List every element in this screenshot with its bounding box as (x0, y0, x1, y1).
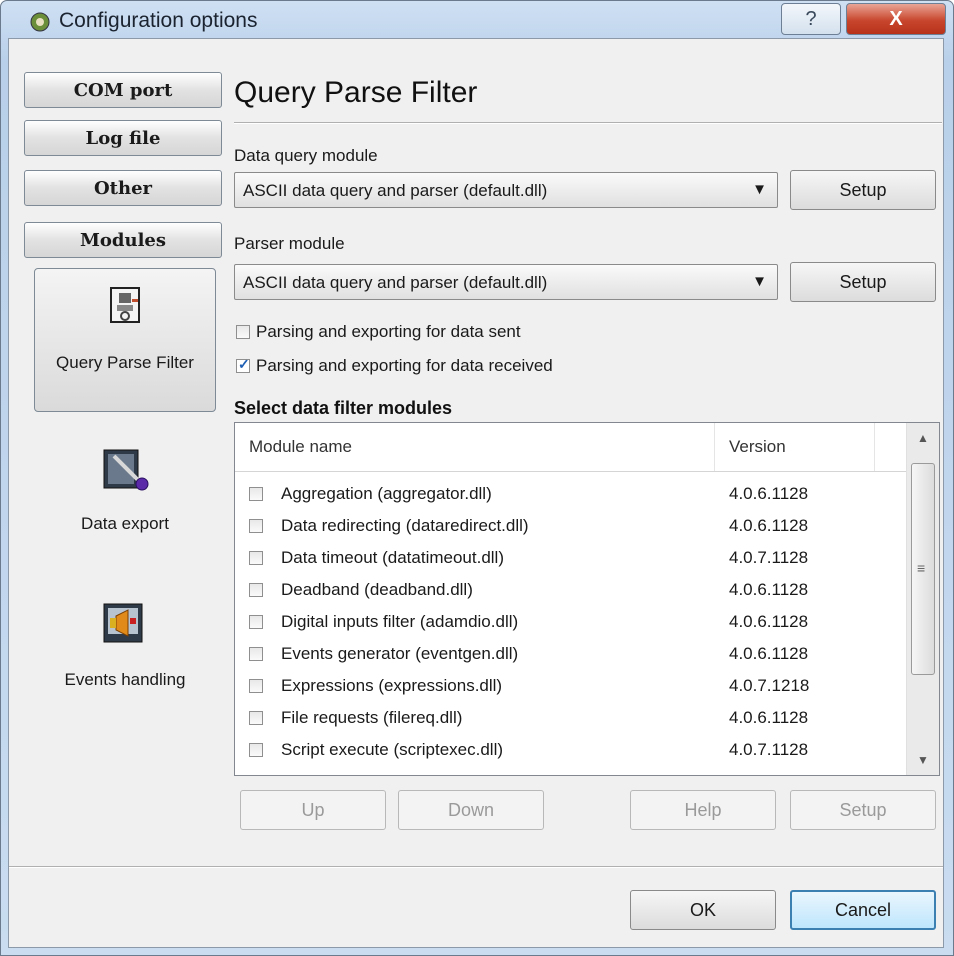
tab-com-port[interactable]: COM port (24, 72, 222, 108)
module-name-cell: Data timeout (datatimeout.dll) (281, 548, 504, 567)
module-version-cell: 4.0.7.1128 (729, 740, 809, 759)
check-data-received[interactable]: ✓ Parsing and exporting for data receive… (236, 356, 553, 376)
table-row[interactable]: Data timeout (datatimeout.dll) 4.0.7.1128 (235, 543, 907, 573)
table-row[interactable]: Digital inputs filter (adamdio.dll) 4.0.6… (235, 607, 907, 637)
row-checkbox[interactable] (249, 743, 263, 757)
column-module-name[interactable]: Module name (235, 423, 715, 471)
parser-value: ASCII data query and parser (default.dll… (243, 273, 548, 292)
module-version-cell: 4.0.6.1128 (729, 580, 809, 599)
down-button[interactable]: Down (398, 790, 544, 830)
module-version-cell: 4.0.6.1128 (729, 644, 809, 663)
scroll-up-icon[interactable]: ▲ (907, 423, 939, 453)
help-button[interactable]: Help (630, 790, 776, 830)
up-button[interactable]: Up (240, 790, 386, 830)
list-scrollbar[interactable]: ▲ ≡ ▼ (906, 423, 939, 775)
module-version-cell: 4.0.7.1128 (729, 548, 809, 567)
checkbox[interactable]: ✓ (236, 356, 250, 373)
parser-select[interactable]: ASCII data query and parser (default.dll… (234, 264, 778, 300)
tab-log-file[interactable]: Log file (24, 120, 222, 156)
app-icon (30, 12, 50, 32)
module-name-cell: Data redirecting (dataredirect.dll) (281, 516, 529, 535)
heading-divider (234, 122, 942, 124)
module-version-cell: 4.0.6.1128 (729, 516, 809, 535)
check-data-sent-label: Parsing and exporting for data sent (256, 322, 521, 341)
row-checkbox[interactable] (249, 487, 263, 501)
close-button[interactable]: X (846, 3, 946, 35)
help-title-button[interactable]: ? (781, 3, 841, 35)
column-version[interactable]: Version (715, 423, 875, 471)
module-name-cell: Deadband (deadband.dll) (281, 580, 473, 599)
module-name-cell: Script execute (scriptexec.dll) (281, 740, 504, 759)
ok-button[interactable]: OK (630, 890, 776, 930)
table-row[interactable]: File requests (filereq.dll) 4.0.6.1128 (235, 703, 907, 733)
filter-module-list[interactable]: Module name Version Aggregation (aggrega… (234, 422, 940, 776)
title-bar[interactable]: Configuration options ? X (1, 1, 953, 39)
table-row[interactable]: Script execute (scriptexec.dll) 4.0.7.112… (235, 735, 907, 765)
row-checkbox[interactable] (249, 551, 263, 565)
check-data-received-label: Parsing and exporting for data received (256, 356, 553, 375)
events-icon (103, 603, 143, 643)
module-label-query-parse-filter: Query Parse Filter (56, 353, 194, 372)
module-version-cell: 4.0.6.1128 (729, 612, 809, 631)
parser-label: Parser module (234, 234, 345, 253)
module-version-cell: 4.0.6.1128 (729, 708, 809, 727)
grip-icon: ≡ (917, 560, 926, 576)
parser-setup-button[interactable]: Setup (790, 262, 936, 302)
footer-divider (9, 866, 943, 868)
filter-section-title: Select data filter modules (234, 398, 453, 418)
data-query-label: Data query module (234, 146, 378, 165)
list-setup-button[interactable]: Setup (790, 790, 936, 830)
row-checkbox[interactable] (249, 583, 263, 597)
module-item-events-handling[interactable]: Events handling (34, 600, 216, 700)
table-row[interactable]: Events generator (eventgen.dll) 4.0.6.112… (235, 639, 907, 669)
module-label-events-handling: Events handling (64, 670, 186, 689)
module-name-cell: Aggregation (aggregator.dll) (281, 484, 492, 503)
row-checkbox[interactable] (249, 711, 263, 725)
module-version-cell: 4.0.7.1218 (729, 676, 810, 695)
data-query-value: ASCII data query and parser (default.dll… (243, 181, 548, 200)
row-checkbox[interactable] (249, 679, 263, 693)
check-data-sent[interactable]: Parsing and exporting for data sent (236, 322, 521, 342)
table-row[interactable]: Data redirecting (dataredirect.dll) 4.0.6… (235, 511, 907, 541)
tab-modules[interactable]: Modules (24, 222, 222, 258)
window-title: Configuration options (59, 9, 258, 32)
plugin-icon (110, 287, 140, 323)
checkbox[interactable] (236, 325, 250, 339)
data-query-select[interactable]: ASCII data query and parser (default.dll… (234, 172, 778, 208)
module-label-data-export: Data export (81, 514, 169, 533)
data-query-setup-button[interactable]: Setup (790, 170, 936, 210)
tab-other[interactable]: Other (24, 170, 222, 206)
data-export-icon (103, 449, 149, 491)
chevron-down-icon: ▼ (752, 273, 767, 290)
scroll-down-icon[interactable]: ▼ (907, 745, 939, 775)
row-checkbox[interactable] (249, 519, 263, 533)
table-row[interactable]: Expressions (expressions.dll) 4.0.7.1218 (235, 671, 907, 701)
module-version-cell: 4.0.6.1128 (729, 484, 809, 503)
table-row[interactable]: Deadband (deadband.dll) 4.0.6.1128 (235, 575, 907, 605)
module-name-cell: Digital inputs filter (adamdio.dll) (281, 612, 519, 631)
chevron-down-icon: ▼ (752, 181, 767, 198)
module-item-query-parse-filter[interactable]: Query Parse Filter (34, 268, 216, 412)
list-header: Module name Version (235, 423, 907, 472)
module-name-cell: Expressions (expressions.dll) (281, 676, 503, 695)
module-name-cell: File requests (filereq.dll) (281, 708, 463, 727)
table-row[interactable]: Aggregation (aggregator.dll) 4.0.6.1128 (235, 479, 907, 509)
scrollbar-thumb[interactable]: ≡ (911, 463, 935, 675)
module-item-data-export[interactable]: Data export (34, 446, 216, 546)
checkmark-icon: ✓ (238, 356, 250, 372)
row-checkbox[interactable] (249, 647, 263, 661)
page-title: Query Parse Filter (234, 76, 478, 109)
cancel-button[interactable]: Cancel (790, 890, 936, 930)
module-name-cell: Events generator (eventgen.dll) (281, 644, 519, 663)
row-checkbox[interactable] (249, 615, 263, 629)
